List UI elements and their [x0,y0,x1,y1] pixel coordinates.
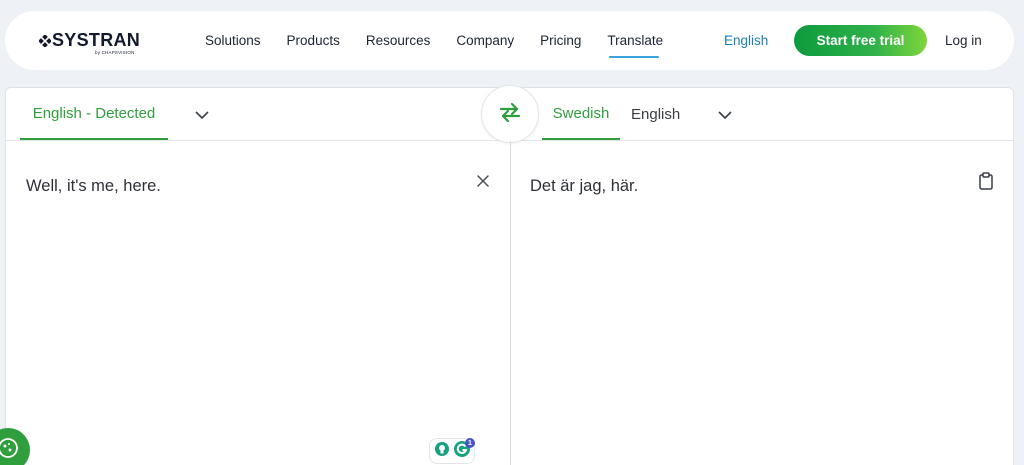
login-link[interactable]: Log in [945,33,982,48]
panel-divider [510,141,511,465]
site-language-link[interactable]: English [724,33,768,48]
source-language-chevron-down-icon[interactable] [194,107,210,123]
systran-logo[interactable]: SYSTRAN by CHAPSVISION [39,30,140,58]
nav-products[interactable]: Products [287,33,340,49]
nav-resources[interactable]: Resources [366,33,431,49]
target-language-tab-swedish[interactable]: Swedish [542,88,620,140]
nav-translate[interactable]: Translate [607,33,663,58]
cookie-icon [0,435,21,465]
swap-languages-button[interactable] [481,85,539,143]
target-language-chevron-down-icon[interactable] [717,107,733,123]
translated-text-output: Det är jag, här. [530,177,639,195]
main-nav: Solutions Products Resources Company Pri… [205,33,689,58]
copy-clipboard-icon[interactable] [978,172,994,190]
lightbulb-icon [434,441,450,462]
logo-subtitle: by CHAPSVISION [95,50,135,55]
source-language-tab[interactable]: English - Detected [20,88,168,140]
start-free-trial-button[interactable]: Start free trial [794,25,927,56]
swap-arrows-icon [498,101,522,128]
site-header: SYSTRAN by CHAPSVISION Solutions Product… [5,11,1014,70]
target-language-tab-english[interactable]: English [631,106,680,123]
clear-text-close-icon[interactable] [475,173,491,189]
translator-panel: English - Detected Swedish English Well,… [5,85,1014,465]
nav-pricing[interactable]: Pricing [540,33,581,49]
source-text-input[interactable]: Well, it's me, here. [26,177,161,196]
logo-mark-icon [39,35,51,47]
nav-company[interactable]: Company [456,33,514,49]
logo-text: SYSTRAN [52,30,141,50]
grammarly-badge-count: 1 [465,438,475,448]
nav-solutions[interactable]: Solutions [205,33,261,49]
